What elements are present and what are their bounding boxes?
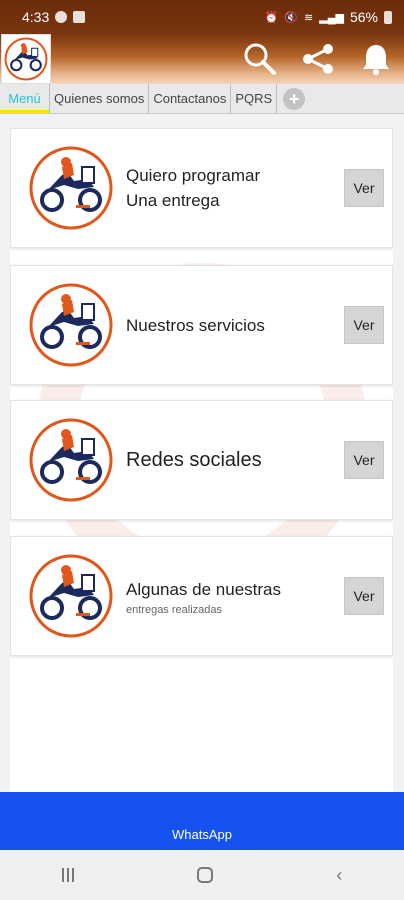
tab-contactanos[interactable]: Contactanos xyxy=(149,84,232,113)
card-title-line2: Una entrega xyxy=(126,191,220,210)
tab-menu[interactable]: Menú xyxy=(0,84,50,114)
recent-apps-icon[interactable] xyxy=(61,868,74,882)
signal-icon: ▂▄▆ xyxy=(319,11,344,24)
app-actions xyxy=(242,41,404,77)
app-logo[interactable] xyxy=(1,34,51,84)
battery-icon xyxy=(384,10,392,24)
ver-button[interactable]: Ver xyxy=(344,169,384,207)
bell-icon[interactable] xyxy=(358,41,394,77)
card-text: Algunas de nuestras entregas realizadas xyxy=(126,577,344,616)
tab-bar: Menú Quienes somos Contactanos PQRS + xyxy=(0,84,404,114)
card-redes-sociales[interactable]: Redes sociales Ver xyxy=(10,400,393,520)
delivery-moto-logo xyxy=(4,37,48,81)
back-icon[interactable]: ‹ xyxy=(336,865,342,886)
status-left: 4:33 xyxy=(22,9,86,25)
search-icon[interactable] xyxy=(242,41,278,77)
alarm-icon: ⏰ xyxy=(264,11,279,24)
delivery-moto-logo xyxy=(29,554,113,638)
add-tab-button[interactable]: + xyxy=(277,84,306,113)
card-nuestros-servicios[interactable]: Nuestros servicios Ver xyxy=(10,265,393,385)
app-bar xyxy=(0,34,404,84)
battery-level: 56% xyxy=(349,9,378,25)
wifi-icon: ≋ xyxy=(304,11,314,24)
status-right: ⏰ 🔇 ≋ ▂▄▆ 56% xyxy=(265,9,392,25)
card-title: Nuestros servicios xyxy=(126,315,265,335)
menu-content: Quiero programar Una entrega Ver Nuestro… xyxy=(10,128,393,792)
tab-pqrs[interactable]: PQRS xyxy=(231,84,278,113)
delivery-moto-logo xyxy=(29,418,113,502)
ver-button[interactable]: Ver xyxy=(344,441,384,479)
card-entregas-realizadas[interactable]: Algunas de nuestras entregas realizadas … xyxy=(10,536,393,656)
card-title: Redes sociales xyxy=(126,448,262,471)
system-nav-bar: ‹ xyxy=(0,850,404,900)
delivery-moto-logo xyxy=(29,283,113,367)
card-programar-entrega[interactable]: Quiero programar Una entrega Ver xyxy=(10,128,393,248)
card-title: Quiero programar xyxy=(126,166,261,185)
card-text: Nuestros servicios xyxy=(126,313,344,338)
plus-icon: + xyxy=(283,87,306,110)
whatsapp-button[interactable]: WhatsApp xyxy=(0,792,404,850)
card-text: Quiero programar Una entrega xyxy=(126,163,344,213)
card-text: Redes sociales xyxy=(126,448,344,473)
share-icon[interactable] xyxy=(300,41,336,77)
tab-quienes-somos[interactable]: Quienes somos xyxy=(50,84,150,113)
status-bar: 4:33 ⏰ 🔇 ≋ ▂▄▆ 56% xyxy=(0,0,404,34)
status-time: 4:33 xyxy=(22,9,50,25)
card-title: Algunas de nuestras xyxy=(126,579,281,599)
delivery-moto-logo xyxy=(29,146,113,230)
ver-button[interactable]: Ver xyxy=(344,577,384,615)
ver-button[interactable]: Ver xyxy=(344,306,384,344)
download-icon xyxy=(73,11,86,23)
card-subtitle: entregas realizadas xyxy=(126,603,223,616)
home-icon[interactable] xyxy=(196,867,213,883)
whatsapp-label: WhatsApp xyxy=(172,827,232,842)
mute-icon: 🔇 xyxy=(284,11,299,24)
notification-icon xyxy=(55,11,68,23)
